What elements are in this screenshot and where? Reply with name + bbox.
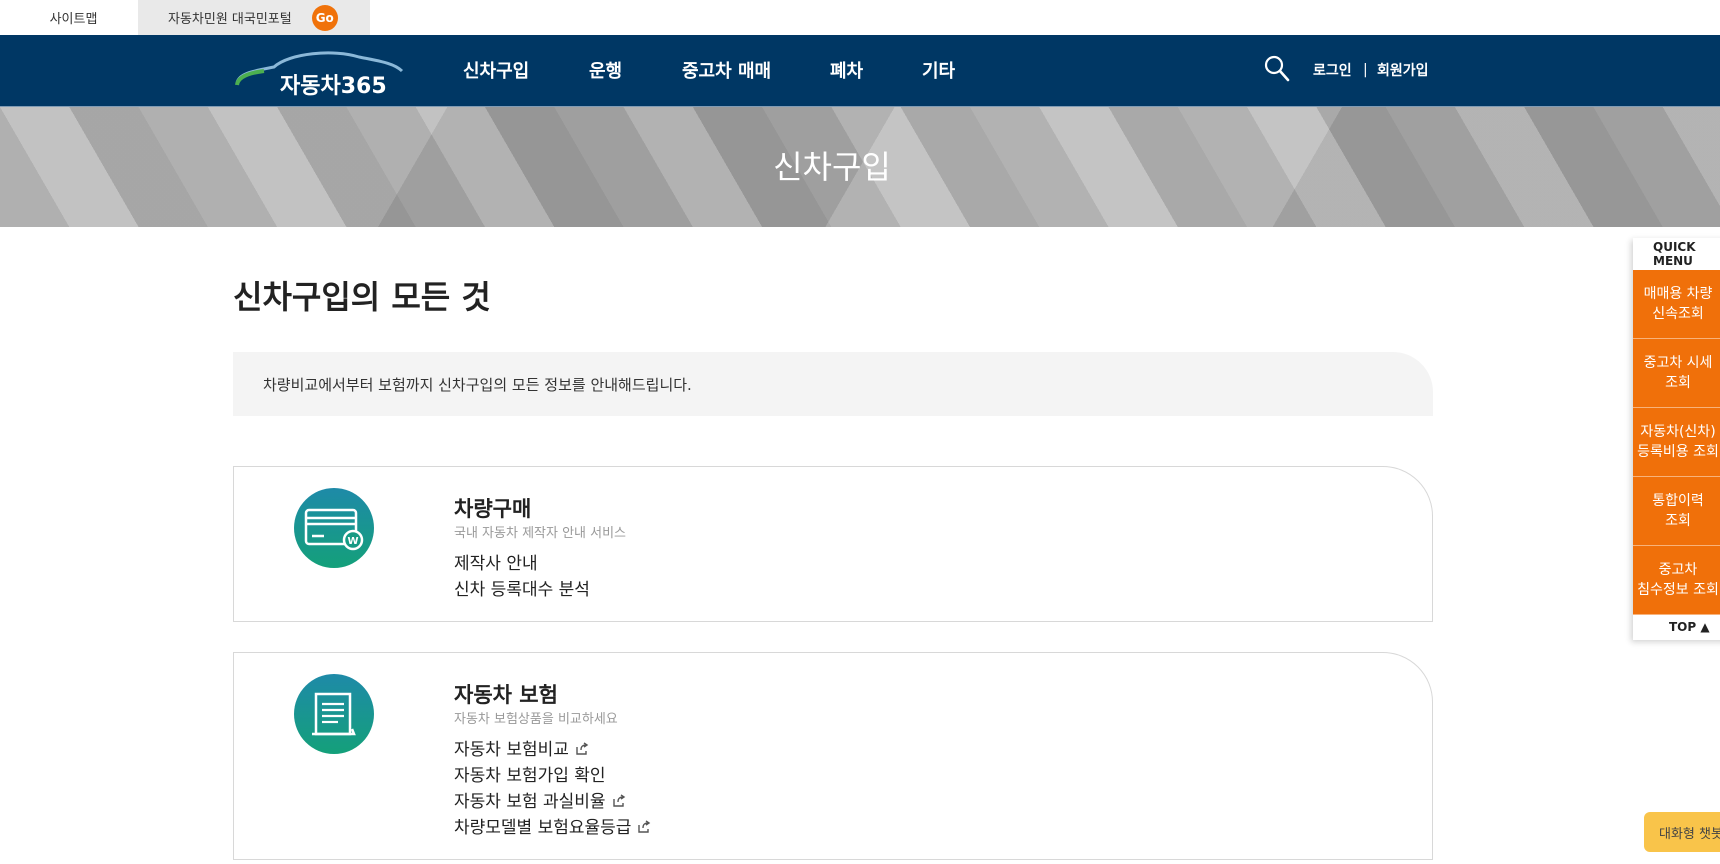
link-fault-ratio[interactable]: 자동차 보험 과실비율	[454, 789, 651, 815]
link-label: 차량모델별 보험요율등급	[454, 818, 632, 838]
quick-item-used-price[interactable]: 중고차 시세조회	[1633, 339, 1720, 408]
quick-menu-header: QUICK MENU	[1653, 240, 1696, 268]
external-link-icon	[612, 794, 625, 807]
nav-item-scrap[interactable]: 폐차	[830, 35, 863, 105]
top-button[interactable]: TOP ▲	[1633, 615, 1720, 639]
external-link-icon	[576, 742, 589, 755]
main-nav: 자동차365 신차구입 운행 중고차 매매 폐차 기타 로그인 | 회원가입	[0, 35, 1720, 107]
chatbot-button[interactable]: 대화형 챗봇	[1644, 812, 1720, 852]
quick-item-line: 매매용 차량	[1643, 286, 1713, 302]
nav-item-etc[interactable]: 기타	[922, 35, 955, 105]
quick-item-registration-cost[interactable]: 자동차(신차) 등록비용 조회	[1633, 408, 1720, 477]
site-logo[interactable]: 자동차365	[234, 43, 406, 101]
intro-text: 차량비교에서부터 보험까지 신차구입의 모든 정보를 안내해드립니다.	[263, 375, 692, 394]
quick-item-line: 신속조회	[1652, 306, 1704, 322]
nav-item-new-car[interactable]: 신차구입	[463, 35, 529, 105]
svg-text:W: W	[347, 536, 358, 547]
quick-item-flood-info[interactable]: 중고차침수정보 조회	[1633, 546, 1720, 615]
quick-menu: QUICK MENU 매매용 차량신속조회 중고차 시세조회 자동차(신차) 등록…	[1633, 238, 1720, 640]
quick-item-line: 조회	[1665, 375, 1691, 391]
quick-item-line: 등록비용 조회	[1637, 444, 1719, 460]
external-link-icon	[638, 820, 651, 833]
signup-link[interactable]: 회원가입	[1377, 35, 1429, 105]
nav-item-used-car[interactable]: 중고차 매매	[682, 35, 771, 105]
quick-item-line: 침수정보 조회	[1637, 582, 1719, 598]
quick-item-line: 자동차(신차)	[1640, 424, 1716, 440]
utility-bar: 사이트맵 자동차민원 대국민포털 Go	[0, 0, 1720, 35]
link-label: 제작사 안내	[454, 554, 538, 574]
intro-box: 차량비교에서부터 보험까지 신차구입의 모든 정보를 안내해드립니다.	[233, 352, 1433, 416]
credit-card-won-icon: W	[294, 488, 374, 568]
link-insurance-check[interactable]: 자동차 보험가입 확인	[454, 763, 651, 789]
card-title: 자동차 보험	[454, 683, 558, 707]
go-button[interactable]: Go	[311, 4, 338, 31]
logo-text: 자동차365	[280, 74, 387, 99]
quick-item-history[interactable]: 통합이력조회	[1633, 477, 1720, 546]
link-manufacturer-guide[interactable]: 제작사 안내	[454, 551, 590, 577]
quick-item-line: 중고차 시세	[1643, 355, 1713, 371]
card-links: 자동차 보험비교 자동차 보험가입 확인 자동차 보험 과실비율 차량모델별 보…	[454, 737, 651, 841]
card-title: 차량구매	[454, 497, 532, 521]
link-label: 자동차 보험비교	[454, 740, 569, 760]
quick-item-line: 조회	[1665, 513, 1691, 529]
auth-separator: |	[1363, 62, 1368, 78]
page-title: 신차구입의 모든 것	[233, 278, 491, 316]
card-subtitle: 국내 자동차 제작자 안내 서비스	[454, 526, 627, 541]
link-insurance-compare[interactable]: 자동차 보험비교	[454, 737, 651, 763]
login-link[interactable]: 로그인	[1313, 35, 1352, 105]
quick-item-trade-vehicle[interactable]: 매매용 차량신속조회	[1633, 270, 1720, 339]
card-links: 제작사 안내 신차 등록대수 분석	[454, 551, 590, 603]
sitemap-link[interactable]: 사이트맵	[0, 0, 148, 35]
link-label: 자동차 보험 과실비율	[454, 792, 606, 812]
portal-label: 자동차민원 대국민포털	[168, 12, 292, 27]
link-registration-analysis[interactable]: 신차 등록대수 분석	[454, 577, 590, 603]
link-label: 신차 등록대수 분석	[454, 580, 590, 600]
quick-item-line: 통합이력	[1652, 493, 1704, 509]
document-icon	[294, 674, 374, 754]
card-vehicle-purchase: W 차량구매 국내 자동차 제작자 안내 서비스 제작사 안내 신차 등록대수 …	[233, 466, 1433, 622]
search-icon[interactable]	[1264, 55, 1290, 83]
page-banner: 신차구입	[0, 107, 1720, 227]
quick-item-line: 중고차	[1658, 562, 1698, 578]
link-model-rate-grade[interactable]: 차량모델별 보험요율등급	[454, 815, 651, 841]
portal-link[interactable]: 자동차민원 대국민포털 Go	[138, 0, 370, 35]
nav-item-driving[interactable]: 운행	[589, 35, 622, 105]
banner-title: 신차구입	[773, 148, 891, 186]
card-car-insurance: 자동차 보험 자동차 보험상품을 비교하세요 자동차 보험비교 자동차 보험가입…	[233, 652, 1433, 860]
card-subtitle: 자동차 보험상품을 비교하세요	[454, 712, 618, 727]
link-label: 자동차 보험가입 확인	[454, 766, 606, 786]
